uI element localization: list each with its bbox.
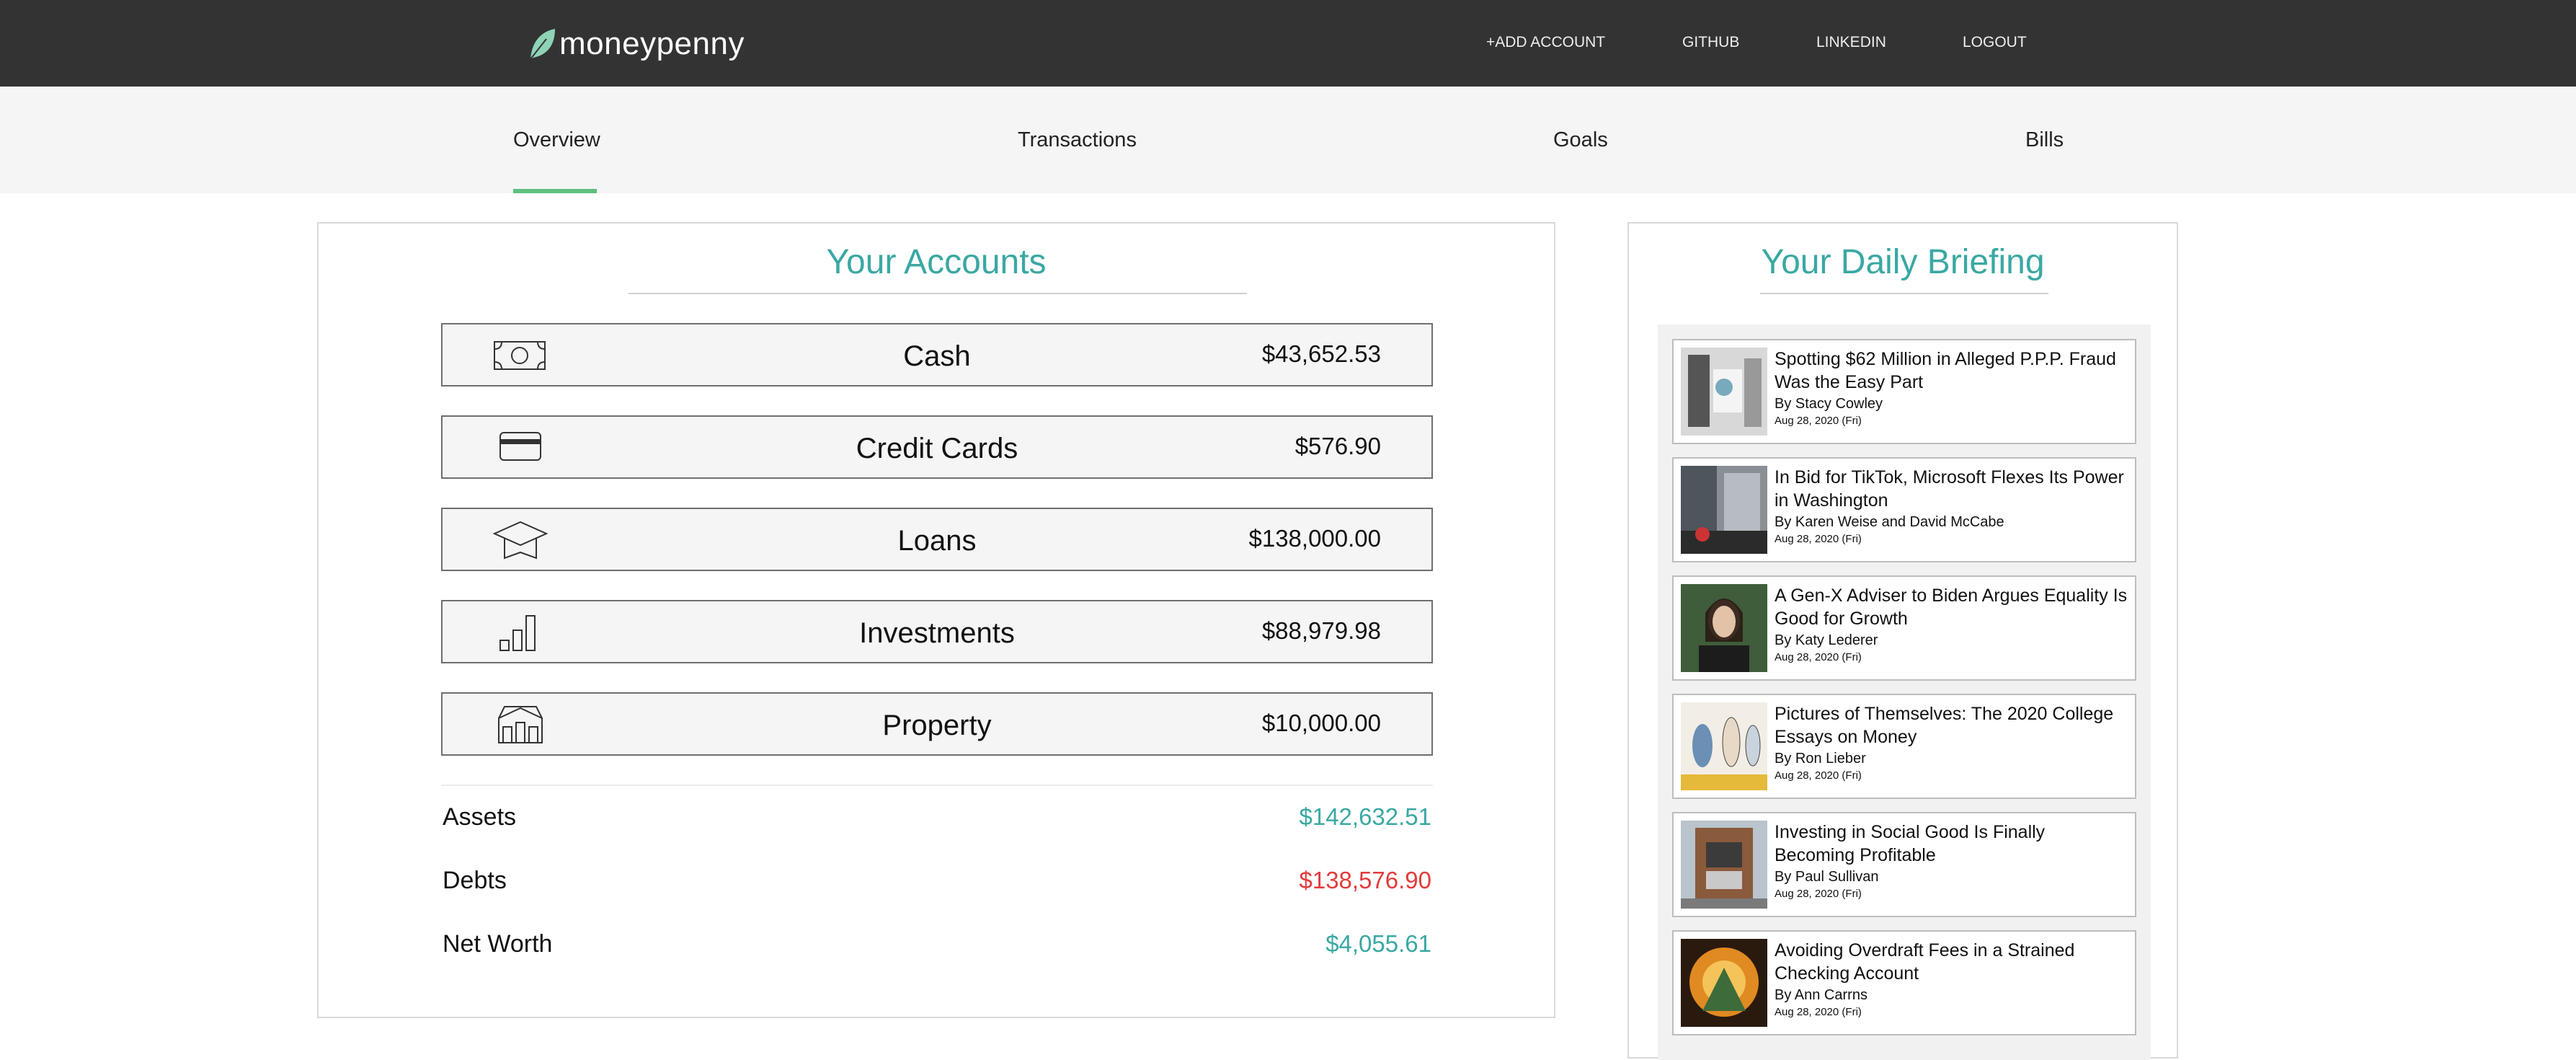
article-card[interactable]: Pictures of Themselves: The 2020 College… <box>1672 694 2136 799</box>
account-row-credit-cards[interactable]: Credit Cards $576.90 <box>441 415 1433 479</box>
assets-value: $142,632.51 <box>1299 803 1431 830</box>
article-date: Aug 28, 2020 (Fri) <box>1775 769 1862 782</box>
accounts-title: Your Accounts <box>826 243 1047 281</box>
net-worth-label: Net Worth <box>443 930 553 958</box>
article-thumbnail <box>1681 821 1767 909</box>
net-worth-row: Net Worth $4,055.61 <box>443 930 1431 966</box>
account-amount: $88,979.98 <box>1261 617 1381 644</box>
section-tabs: Overview Transactions Goals Bills <box>0 87 2576 193</box>
article-card[interactable]: Investing in Social Good Is Finally Beco… <box>1672 812 2136 917</box>
article-author: By Karen Weise and David McCabe <box>1775 514 2004 530</box>
account-name: Credit Cards <box>856 433 1018 464</box>
accounts-panel: Your Accounts Cash $43,652.53 Credit Car… <box>317 222 1555 1018</box>
article-author: By Paul Sullivan <box>1775 869 1879 885</box>
assets-label: Assets <box>443 803 517 831</box>
net-worth-value: $4,055.61 <box>1325 930 1431 957</box>
article-card[interactable]: A Gen-X Adviser to Biden Argues Equality… <box>1672 575 2136 681</box>
logout-link[interactable]: LOGOUT <box>1963 34 2027 51</box>
account-row-investments[interactable]: Investments $88,979.98 <box>441 600 1433 663</box>
debts-value: $138,576.90 <box>1299 867 1431 893</box>
article-title: Investing in Social Good Is Finally Beco… <box>1775 822 2046 865</box>
account-amount: $138,000.00 <box>1248 525 1381 552</box>
article-date: Aug 28, 2020 (Fri) <box>1775 1006 1862 1018</box>
article-date: Aug 28, 2020 (Fri) <box>1775 888 1862 900</box>
article-thumbnail <box>1681 702 1767 790</box>
tab-transactions[interactable]: Transactions <box>1018 87 1137 193</box>
article-author: By Stacy Cowley <box>1775 396 1883 412</box>
tab-overview[interactable]: Overview <box>513 87 600 193</box>
article-title: Spotting $62 Million in Alleged P.P.P. F… <box>1775 349 2116 392</box>
article-title: In Bid for TikTok, Microsoft Flexes Its … <box>1775 467 2124 511</box>
article-thumbnail <box>1681 466 1767 554</box>
account-row-loans[interactable]: Loans $138,000.00 <box>441 508 1433 571</box>
article-date: Aug 28, 2020 (Fri) <box>1775 651 1862 663</box>
account-amount: $43,652.53 <box>1261 340 1381 367</box>
article-author: By Ron Lieber <box>1775 751 1866 767</box>
summary-divider <box>441 785 1433 786</box>
article-list: Spotting $62 Million in Alleged P.P.P. F… <box>1658 324 2151 1060</box>
article-title: A Gen-X Adviser to Biden Argues Equality… <box>1775 586 2128 629</box>
debts-row: Debts $138,576.90 <box>443 867 1431 903</box>
add-account-link[interactable]: +ADD ACCOUNT <box>1486 34 1605 51</box>
linkedin-link[interactable]: LINKEDIN <box>1816 34 1886 51</box>
article-thumbnail <box>1681 939 1767 1027</box>
accounts-title-divider <box>629 293 1247 294</box>
article-card[interactable]: In Bid for TikTok, Microsoft Flexes Its … <box>1672 457 2136 562</box>
article-thumbnail <box>1681 584 1767 672</box>
article-card[interactable]: Spotting $62 Million in Alleged P.P.P. F… <box>1672 339 2136 444</box>
article-date: Aug 28, 2020 (Fri) <box>1775 533 1862 545</box>
article-author: By Ann Carrns <box>1775 987 1867 1003</box>
briefing-title-divider <box>1760 293 2048 294</box>
daily-briefing-panel: Your Daily Briefing Spotting $62 Million… <box>1627 222 2178 1060</box>
article-date: Aug 28, 2020 (Fri) <box>1775 415 1862 427</box>
debts-label: Debts <box>443 867 507 894</box>
account-amount: $576.90 <box>1294 433 1381 459</box>
brand-logo[interactable]: moneypenny <box>526 19 745 69</box>
briefing-title: Your Daily Briefing <box>1761 243 2045 281</box>
assets-row: Assets $142,632.51 <box>443 803 1431 839</box>
leaf-icon <box>530 29 555 60</box>
brand-name: moneypenny <box>559 26 745 61</box>
tab-goals[interactable]: Goals <box>1553 87 1608 193</box>
top-navbar: moneypenny +ADD ACCOUNT GITHUB LINKEDIN … <box>0 0 2576 87</box>
article-title: Avoiding Overdraft Fees in a Strained Ch… <box>1775 940 2075 984</box>
tab-bills[interactable]: Bills <box>2025 87 2064 193</box>
article-title: Pictures of Themselves: The 2020 College… <box>1775 704 2114 747</box>
article-card[interactable]: Avoiding Overdraft Fees in a Strained Ch… <box>1672 930 2136 1035</box>
active-tab-indicator <box>513 189 597 193</box>
article-author: By Katy Lederer <box>1775 632 1878 648</box>
github-link[interactable]: GITHUB <box>1682 34 1739 51</box>
account-amount: $10,000.00 <box>1261 710 1381 736</box>
article-thumbnail <box>1681 348 1767 436</box>
account-row-cash[interactable]: Cash $43,652.53 <box>441 323 1433 387</box>
account-row-property[interactable]: Property $10,000.00 <box>441 692 1433 756</box>
